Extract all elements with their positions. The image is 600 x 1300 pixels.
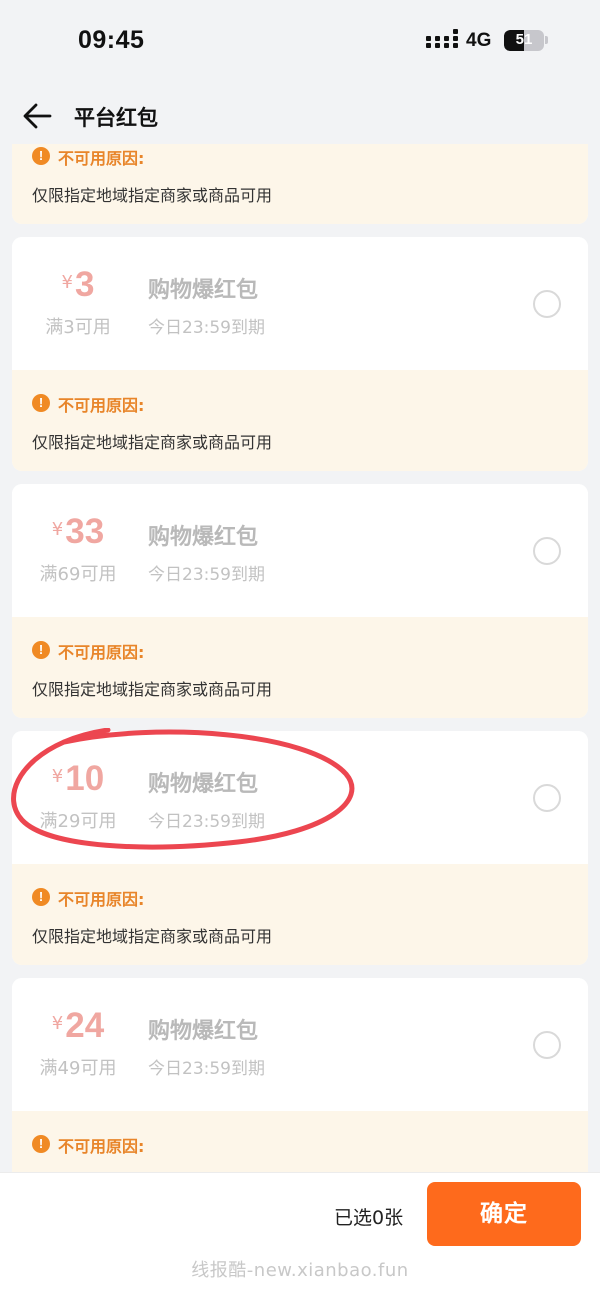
warning-icon: !: [32, 147, 50, 165]
bottom-bar: 已选0张 确定 线报酷-new.xianbao.fun: [0, 1172, 600, 1300]
confirm-button[interactable]: 确定: [427, 1182, 581, 1246]
select-radio[interactable]: [533, 784, 561, 812]
reason-title: 不可用原因:: [58, 1137, 145, 1156]
signal-strength-icon: [426, 29, 458, 49]
coupon-threshold: 满69可用: [39, 564, 117, 585]
battery-tip: [545, 36, 548, 44]
page-title: 平台红包: [74, 106, 158, 130]
coupon-amount: ¥3: [12, 265, 144, 305]
reason-text: 仅限指定地域指定商家或商品可用: [32, 186, 273, 205]
reason-title: 不可用原因:: [58, 149, 145, 168]
status-bar: 09:45 4G 51: [0, 0, 600, 80]
unavailable-reason: ! 不可用原因: 仅限指定地域指定商家或商品可用: [12, 370, 588, 471]
coupon-name: 购物爆红包: [148, 772, 259, 797]
coupon-main: ¥24 满49可用 购物爆红包 今日23:59到期: [12, 978, 588, 1111]
reason-title: 不可用原因:: [58, 396, 145, 415]
coupon-amount: ¥33: [12, 512, 144, 552]
reason-text: 仅限指定地域指定商家或商品可用: [32, 433, 273, 452]
arrow-left-icon[interactable]: [22, 102, 52, 130]
select-radio[interactable]: [533, 1031, 561, 1059]
reason-title: 不可用原因:: [58, 890, 145, 909]
coupon-card: ¥33 满69可用 购物爆红包 今日23:59到期 ! 不可用原因: 仅限指定地…: [12, 484, 588, 718]
coupon-card: ¥24 满49可用 购物爆红包 今日23:59到期 ! 不可用原因: 仅限指定地…: [12, 978, 588, 1172]
coupon-threshold: 满29可用: [39, 811, 117, 832]
coupon-amount: ¥24: [12, 1006, 144, 1046]
select-radio[interactable]: [533, 537, 561, 565]
coupon-expiry: 今日23:59到期: [148, 318, 265, 338]
reason-title: 不可用原因:: [58, 643, 145, 662]
amount-value: 10: [65, 759, 105, 798]
coupon-main: ¥10 满29可用 购物爆红包 今日23:59到期: [12, 731, 588, 864]
coupon-threshold: 满3可用: [45, 317, 111, 338]
coupon-name: 购物爆红包: [148, 1019, 259, 1044]
coupon-name: 购物爆红包: [148, 525, 259, 550]
coupon-amount: ¥10: [12, 759, 144, 799]
warning-icon: !: [32, 888, 50, 906]
reason-text: 仅限指定地域指定商家或商品可用: [32, 927, 273, 946]
battery-icon: 51: [504, 30, 544, 51]
coupon-main: ¥33 满69可用 购物爆红包 今日23:59到期: [12, 484, 588, 617]
coupon-card: ¥10 满29可用 购物爆红包 今日23:59到期 ! 不可用原因: 仅限指定地…: [12, 731, 588, 965]
currency-sign: ¥: [61, 272, 73, 293]
amount-value: 33: [65, 512, 105, 551]
network-type: 4G: [466, 30, 492, 51]
warning-icon: !: [32, 394, 50, 412]
unavailable-reason: ! 不可用原因: 仅限指定地域指定商家或商品可用: [12, 1111, 588, 1172]
currency-sign: ¥: [51, 1013, 64, 1034]
coupon-card: ¥3 满3可用 购物爆红包 今日23:59到期 ! 不可用原因: 仅限指定地域指…: [12, 237, 588, 471]
coupon-expiry: 今日23:59到期: [148, 565, 265, 585]
amount-value: 24: [65, 1006, 105, 1045]
watermark: 线报酷-new.xianbao.fun: [191, 1260, 409, 1281]
coupon-list[interactable]: ! ¥14 满39可用 购物爆红包 今日23:59到期 ! 不可用原因: 仅限指…: [12, 104, 588, 1172]
reason-text: 仅限指定地域指定商家或商品可用: [32, 680, 273, 699]
currency-sign: ¥: [51, 519, 64, 540]
coupon-expiry: 今日23:59到期: [148, 812, 265, 832]
selected-count: 已选0张: [334, 1207, 404, 1229]
amount-value: 3: [74, 265, 95, 304]
coupon-threshold: 满49可用: [39, 1058, 117, 1079]
status-time: 09:45: [78, 26, 145, 54]
warning-icon: !: [32, 1135, 50, 1153]
unavailable-reason: ! 不可用原因: 仅限指定地域指定商家或商品可用: [12, 864, 588, 965]
nav-header: 平台红包: [0, 80, 600, 144]
battery-level: 51: [515, 31, 533, 48]
coupon-name: 购物爆红包: [148, 278, 259, 303]
currency-sign: ¥: [51, 766, 64, 787]
warning-icon: !: [32, 641, 50, 659]
coupon-main: ¥3 满3可用 购物爆红包 今日23:59到期: [12, 237, 588, 370]
select-radio[interactable]: [533, 290, 561, 318]
coupon-expiry: 今日23:59到期: [148, 1059, 265, 1079]
unavailable-reason: ! 不可用原因: 仅限指定地域指定商家或商品可用: [12, 617, 588, 718]
